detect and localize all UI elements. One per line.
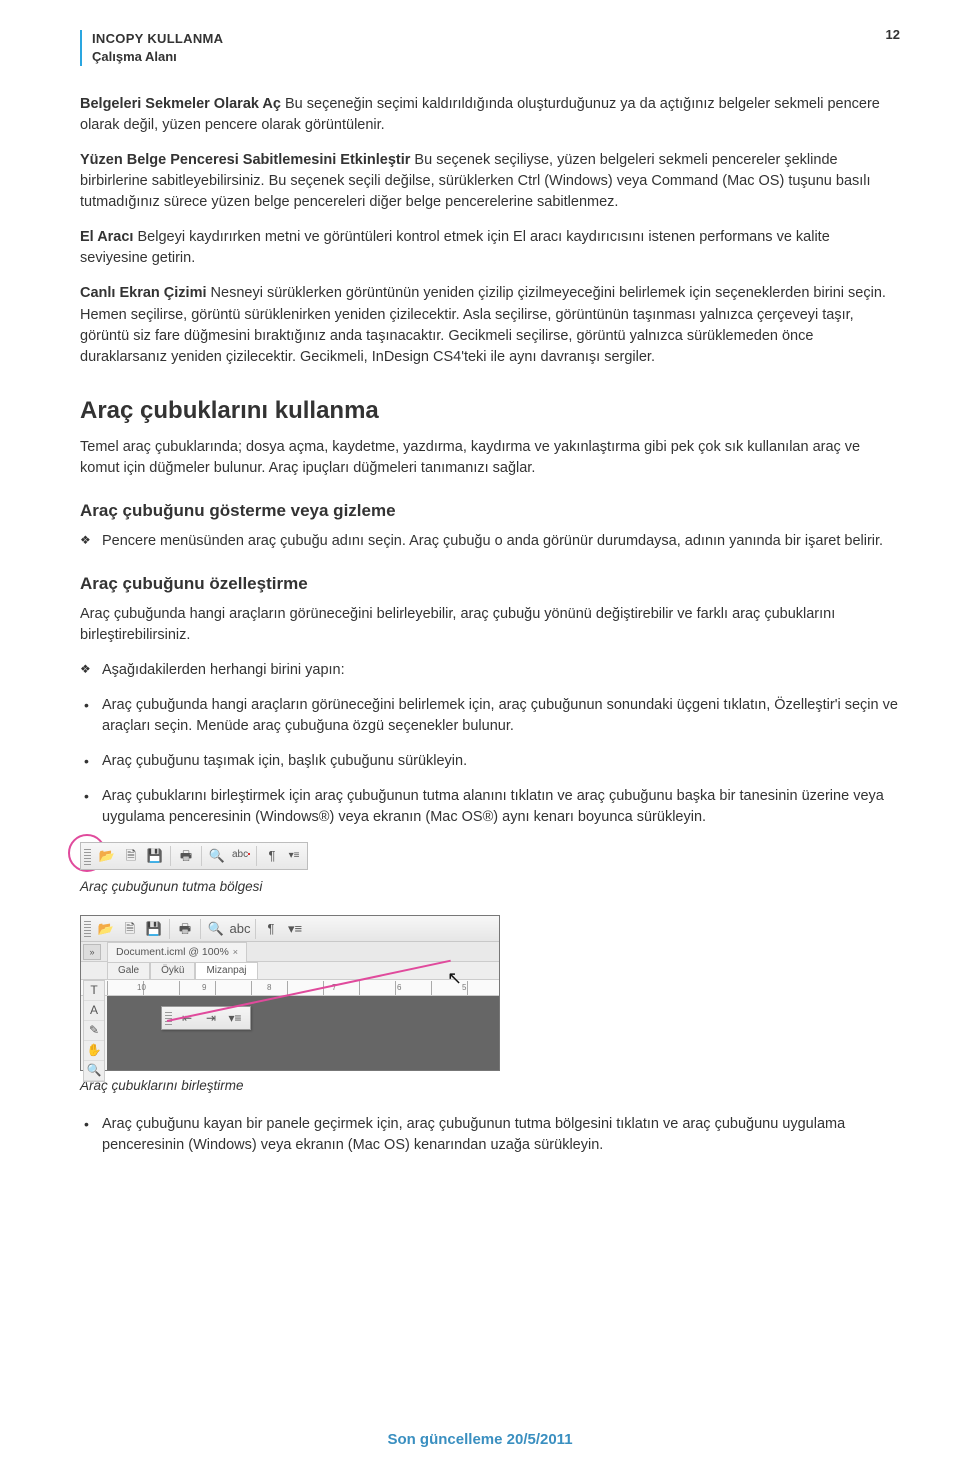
toolbar-divider	[256, 846, 257, 866]
ruler-mark: 10	[137, 982, 146, 993]
type-tool-icon[interactable]: T	[84, 981, 104, 1001]
view-tabs: Gale Öykü Mizanpaj	[81, 962, 499, 980]
tab-oyku[interactable]: Öykü	[150, 962, 195, 979]
toolbar-divider	[255, 919, 256, 939]
paragraph-toolbars-intro: Temel araç çubuklarında; dosya açma, kay…	[80, 437, 900, 479]
left-tool-panel: T A ✎ ✋ 🔍	[83, 980, 105, 1082]
paragraph-icon[interactable]: ¶	[263, 847, 281, 865]
figure-toolbar-grip: 📂 🗎 💾 🖶 🔍 abc ¶ ▾≡	[80, 842, 900, 872]
step-show-hide: Pencere menüsünden araç çubuğu adını seç…	[80, 531, 900, 552]
toolbar-grip[interactable]	[84, 847, 91, 865]
ruler-mark: 9	[202, 982, 206, 993]
toolbar-divider	[201, 846, 202, 866]
toolbar-menu-icon[interactable]: ▾≡	[287, 847, 301, 865]
document-canvas: ⇤ ⇥ ▾≡ ↖	[107, 996, 499, 1070]
spellcheck-icon[interactable]: abc	[231, 920, 249, 938]
hand-tool-icon[interactable]: ✋	[84, 1041, 104, 1061]
find-icon[interactable]: 🔍	[208, 847, 226, 865]
spellcheck-icon[interactable]: abc	[232, 846, 250, 864]
paragraph-float-dock: Yüzen Belge Penceresi Sabitlemesini Etki…	[80, 150, 900, 213]
page-header: INCOPY KULLANMA Çalışma Alanı	[80, 30, 900, 66]
save-icon[interactable]: 💾	[146, 847, 164, 865]
mouse-cursor-icon: ↖	[447, 966, 462, 991]
paragraph-live-draw: Canlı Ekran Çizimi Nesneyi sürüklerken g…	[80, 283, 900, 367]
ruler-mark: 8	[267, 982, 271, 993]
heading-show-hide: Araç çubuğunu gösterme veya gizleme	[80, 499, 900, 523]
toolbar-grip[interactable]	[84, 921, 91, 937]
lead-live-draw: Canlı Ekran Çizimi	[80, 285, 207, 301]
toolbar-divider	[200, 919, 201, 939]
toolbar-menu-icon[interactable]: ▾≡	[226, 1009, 244, 1027]
heading-customize: Araç çubuğunu özelleştirme	[80, 572, 900, 596]
step-do-any: Aşağıdakilerden herhangi birini yapın:	[80, 660, 900, 681]
heading-toolbars: Araç çubuklarını kullanma	[80, 394, 900, 428]
tab-mizanpaj[interactable]: Mizanpaj	[195, 962, 257, 979]
bullet-configure-tools: Araç çubuğunda hangi araçların görüneceğ…	[84, 695, 900, 737]
open-icon[interactable]: 📂	[97, 920, 115, 938]
paragraph-hand-tool: El Aracı Belgeyi kaydırırken metni ve gö…	[80, 227, 900, 269]
note-tool-icon[interactable]: A	[84, 1001, 104, 1021]
header-subtitle: Çalışma Alanı	[92, 48, 900, 66]
ruler-mark: 6	[397, 982, 401, 993]
figure-caption-merge: Araç çubuklarını birleştirme	[80, 1077, 900, 1096]
eyedropper-icon[interactable]: ✎	[84, 1021, 104, 1041]
new-icon[interactable]: 🗎	[121, 920, 139, 938]
sidebar-collapse-icon[interactable]: »	[83, 944, 101, 960]
bullet-merge-toolbars: Araç çubuklarını birleştirmek için araç …	[84, 786, 900, 828]
document-tab-label: Document.icml @ 100%	[116, 945, 229, 960]
page-footer: Son güncelleme 20/5/2011	[0, 1429, 960, 1450]
open-icon[interactable]: 📂	[98, 847, 116, 865]
tab-gale[interactable]: Gale	[107, 962, 150, 979]
paragraph-customize-intro: Araç çubuğunda hangi araçların görüneceğ…	[80, 604, 900, 646]
toolbar-menu-icon[interactable]: ▾≡	[286, 920, 304, 938]
close-icon[interactable]: ×	[233, 946, 238, 959]
save-icon[interactable]: 💾	[145, 920, 163, 938]
document-tab[interactable]: Document.icml @ 100% ×	[107, 942, 247, 962]
print-icon[interactable]: 🖶	[177, 847, 195, 865]
lead-open-tabs: Belgeleri Sekmeler Olarak Aç	[80, 96, 281, 112]
paragraph-icon[interactable]: ¶	[262, 920, 280, 938]
toolbar-example: 📂 🗎 💾 🖶 🔍 abc ¶ ▾≡	[80, 842, 308, 870]
main-toolbar: 📂 🗎 💾 🖶 🔍 abc ¶ ▾≡	[81, 916, 499, 942]
figure-merge-toolbars: 📂 🗎 💾 🖶 🔍 abc ¶ ▾≡ » Document.icml @ 100…	[80, 915, 900, 1071]
bullet-float-panel: Araç çubuğunu kayan bir panele geçirmek …	[84, 1114, 900, 1156]
lead-hand-tool: El Aracı	[80, 229, 133, 245]
paragraph-open-tabs: Belgeleri Sekmeler Olarak Aç Bu seçeneği…	[80, 94, 900, 136]
new-icon[interactable]: 🗎	[122, 847, 140, 865]
zoom-tool-icon[interactable]: 🔍	[84, 1061, 104, 1081]
app-window: 📂 🗎 💾 🖶 🔍 abc ¶ ▾≡ » Document.icml @ 100…	[80, 915, 500, 1071]
find-icon[interactable]: 🔍	[207, 920, 225, 938]
document-tab-row: Document.icml @ 100% ×	[81, 942, 499, 962]
text-hand-tool: Belgeyi kaydırırken metni ve görüntüleri…	[80, 229, 830, 266]
toolbar-divider	[170, 846, 171, 866]
lead-float-dock: Yüzen Belge Penceresi Sabitlemesini Etki…	[80, 152, 410, 168]
print-icon[interactable]: 🖶	[176, 920, 194, 938]
ruler-mark: 5	[462, 982, 466, 993]
bullet-move-toolbar: Araç çubuğunu taşımak için, başlık çubuğ…	[84, 751, 900, 772]
header-title: INCOPY KULLANMA	[92, 30, 900, 48]
figure-caption-grip: Araç çubuğunun tutma bölgesi	[80, 878, 900, 897]
toolbar-divider	[169, 919, 170, 939]
